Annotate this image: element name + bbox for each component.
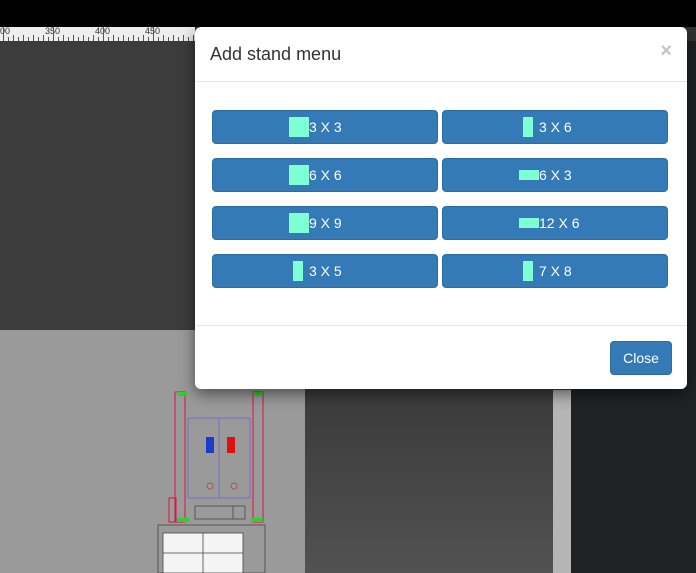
ruler-tick [3,27,4,41]
stand-button[interactable]: 3 X 3 [212,110,438,144]
stand-shape-icon [289,165,309,185]
stand-label: 3 X 5 [309,263,342,279]
modal-header: Add stand menu × [195,27,687,82]
stand-shape-icon [293,261,303,281]
close-icon[interactable]: × [660,41,672,61]
stand-button[interactable]: 3 X 5 [212,254,438,288]
floorplan-drawing [157,391,266,573]
stand-button[interactable]: 12 X 6 [442,206,668,240]
stand-label: 12 X 6 [539,215,580,231]
stand-button[interactable]: 3 X 6 [442,110,668,144]
stand-button[interactable]: 6 X 3 [442,158,668,192]
ruler-tick [103,27,104,41]
stand-button[interactable]: 6 X 6 [212,158,438,192]
floorplan-sheet-edge [553,390,571,573]
ruler-tick [53,27,54,41]
stand-shape-icon [289,213,309,233]
stand-label: 6 X 3 [539,167,572,183]
stand-button[interactable]: 7 X 8 [442,254,668,288]
modal-title: Add stand menu [210,44,342,64]
stand-shape-icon [519,218,539,228]
stand-label: 7 X 8 [539,263,572,279]
stand-shape-icon [523,117,533,137]
floorplan-sheet-shadow [305,390,553,573]
modal-body: 3 X 3 3 X 6 6 X 6 6 X 3 9 X 9 12 X 6 3 X 5 7 X … [195,82,687,326]
top-bar [0,0,696,27]
stand-button[interactable]: 9 X 9 [212,206,438,240]
stand-label: 3 X 6 [539,119,572,135]
stand-label: 3 X 3 [309,119,342,135]
horizontal-ruler: 00 350 400 450 [0,27,195,42]
stand-shape-icon [519,170,539,180]
stand-shape-icon [289,117,309,137]
ruler-label: 00 [0,27,11,36]
add-stand-modal: Add stand menu × 3 X 3 3 X 6 6 X 6 6 X 3 9 X… [195,27,687,389]
stand-label: 9 X 9 [309,215,342,231]
ruler-tick [153,27,154,41]
modal-footer: Close [195,326,687,390]
stand-label: 6 X 6 [309,167,342,183]
stand-shape-icon [523,261,533,281]
close-button[interactable]: Close [610,341,672,375]
